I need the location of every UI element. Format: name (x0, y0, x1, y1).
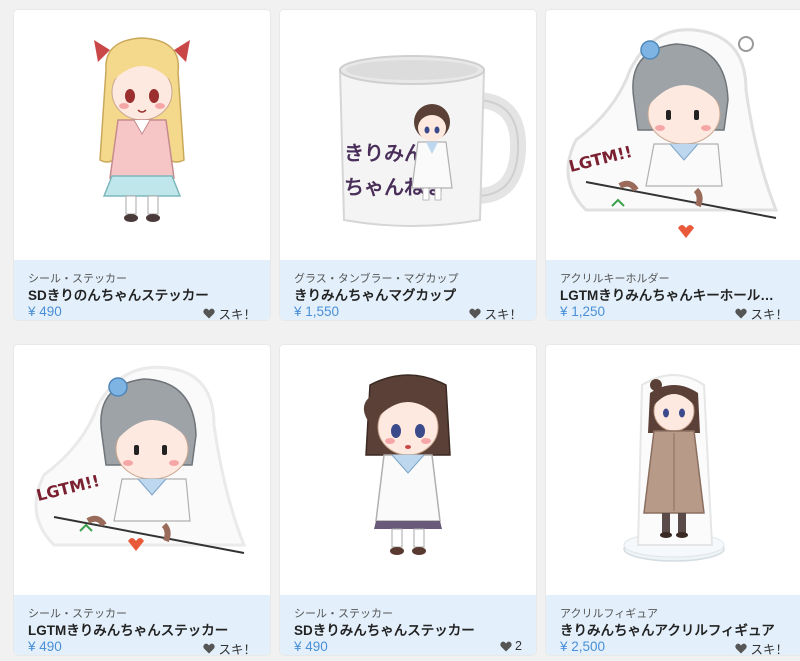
product-grid: シール・ステッカー SDきりのんちゃんステッカー ¥ 490 スキ！ きりみん … (0, 0, 800, 661)
product-info: シール・ステッカー SDきりみんちゃんステッカー ¥ 490 2 (280, 595, 536, 655)
product-info: アクリルフィギュア きりみんちゃんアクリルフィギュア ¥ 2,500 スキ！ (546, 595, 800, 655)
product-card[interactable]: アクリルフィギュア きりみんちゃんアクリルフィギュア ¥ 2,500 スキ！ (546, 345, 800, 655)
product-price: ¥ 490 (28, 304, 62, 319)
acrylic-figure-image (623, 374, 725, 562)
product-card[interactable]: シール・ステッカー SDきりみんちゃんステッカー ¥ 490 2 (280, 345, 536, 655)
product-image[interactable]: LGTM!! (14, 345, 270, 595)
like-label: スキ！ (750, 308, 788, 320)
product-price: ¥ 490 (294, 639, 328, 654)
mug-image: きりみん ちゃんねる (338, 55, 527, 227)
heart-icon (500, 641, 512, 651)
lgtm-sticker-image: LGTM!! (34, 365, 247, 554)
product-name[interactable]: きりみんちゃんマグカップ (294, 284, 520, 304)
product-name[interactable]: SDきりみんちゃんステッカー (294, 619, 520, 639)
product-image[interactable] (14, 10, 270, 260)
like-button[interactable]: スキ！ (203, 639, 256, 655)
like-button[interactable]: スキ！ (203, 304, 256, 320)
like-label: スキ！ (218, 308, 256, 320)
product-image[interactable] (546, 345, 800, 595)
product-card[interactable]: きりみん ちゃんねる グラス・タンブラー・マグカップ きりみんちゃんマグカップ … (280, 10, 536, 320)
like-label: スキ！ (218, 643, 256, 655)
product-image[interactable]: LGTM!! (546, 10, 800, 260)
keyholder-image: LGTM!! (566, 28, 779, 238)
like-label: スキ！ (750, 643, 788, 655)
product-info: シール・ステッカー SDきりのんちゃんステッカー ¥ 490 スキ！ (14, 260, 270, 320)
product-image[interactable]: きりみん ちゃんねる (280, 10, 536, 260)
product-price: ¥ 490 (28, 639, 62, 654)
product-price: ¥ 1,550 (294, 304, 340, 319)
product-image[interactable] (280, 345, 536, 595)
like-count: 2 (515, 639, 522, 653)
like-button[interactable]: スキ！ (735, 304, 788, 320)
product-info: シール・ステッカー LGTMきりみんちゃんステッカー ¥ 490 スキ！ (14, 595, 270, 655)
heart-icon (735, 308, 748, 319)
like-button[interactable]: 2 (500, 639, 522, 653)
product-name[interactable]: SDきりのんちゃんステッカー (28, 284, 254, 304)
kirinon-sticker-image (94, 37, 190, 222)
heart-icon (203, 643, 216, 654)
product-card[interactable]: LGTM!! シール・ステッカー LGTMきりみんちゃんステッカー ¥ 490 … (14, 345, 270, 655)
like-button[interactable]: スキ！ (469, 304, 522, 320)
product-card[interactable]: シール・ステッカー SDきりのんちゃんステッカー ¥ 490 スキ！ (14, 10, 270, 320)
product-name[interactable]: きりみんちゃんアクリルフィギュア (560, 619, 786, 639)
heart-icon (203, 308, 216, 319)
product-info: グラス・タンブラー・マグカップ きりみんちゃんマグカップ ¥ 1,550 スキ！ (280, 260, 536, 320)
product-price: ¥ 1,250 (560, 304, 606, 319)
product-card[interactable]: LGTM!! アクリルキーホルダー LGTMきりみんちゃんキーホールダ… ¥ 1… (546, 10, 800, 320)
heart-icon (735, 643, 748, 654)
like-label: スキ！ (484, 308, 522, 320)
product-info: アクリルキーホルダー LGTMきりみんちゃんキーホールダ… ¥ 1,250 スキ… (546, 260, 800, 320)
product-price: ¥ 2,500 (560, 639, 606, 654)
product-name[interactable]: LGTMきりみんちゃんキーホールダ… (560, 284, 786, 304)
mug-text-line1: きりみん (344, 141, 424, 165)
kirimin-sticker-image (363, 374, 451, 555)
heart-icon (469, 308, 482, 319)
like-button[interactable]: スキ！ (735, 639, 788, 655)
product-name[interactable]: LGTMきりみんちゃんステッカー (28, 619, 254, 639)
